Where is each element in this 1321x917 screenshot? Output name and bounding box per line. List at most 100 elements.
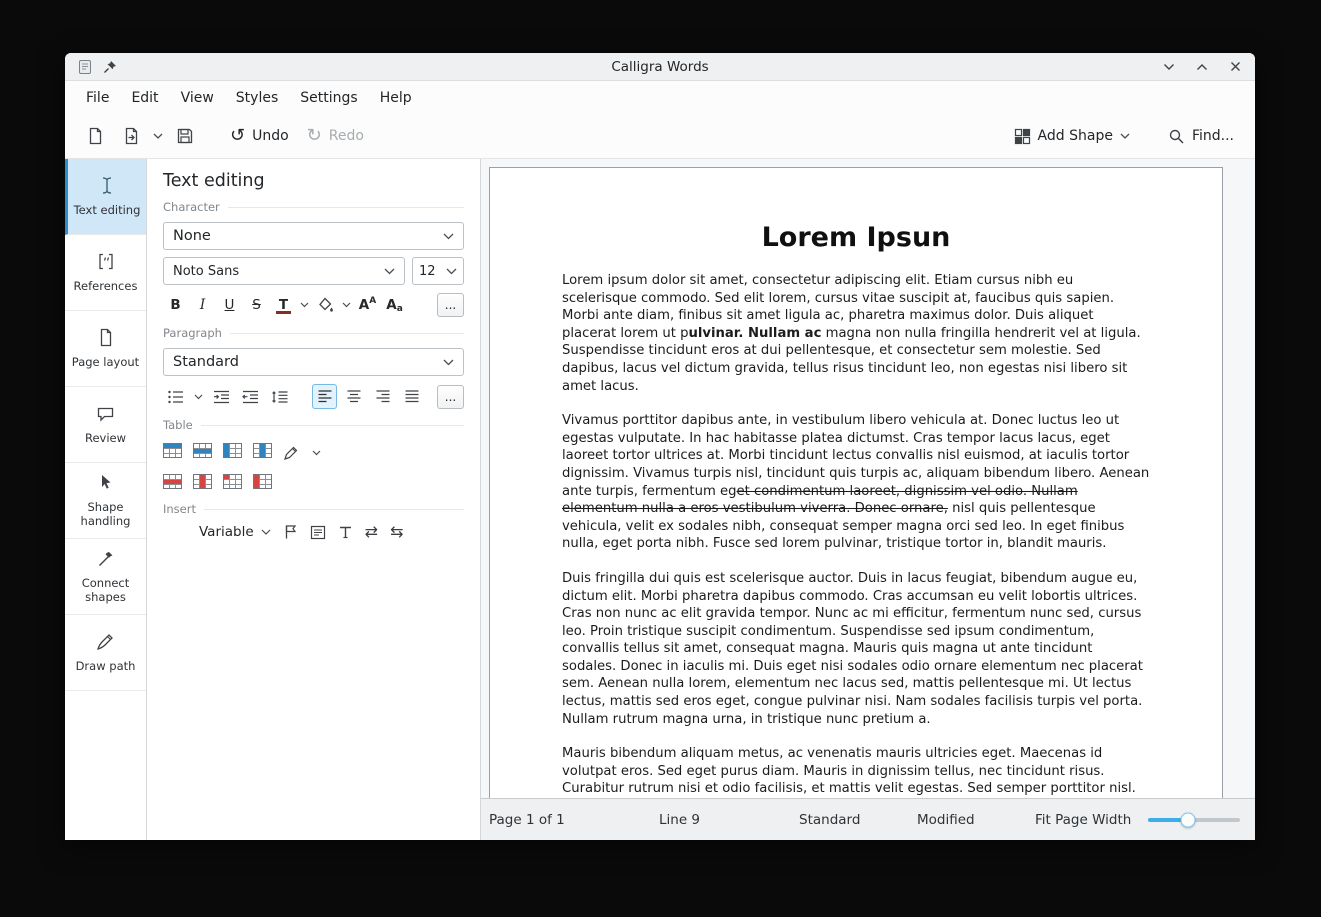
table-border-chevron-icon[interactable] xyxy=(310,440,323,465)
titlebar[interactable]: Calligra Words xyxy=(65,53,1255,81)
document-paragraph[interactable]: Mauris bibendum aliquam metus, ac venena… xyxy=(562,745,1150,798)
align-justify-icon xyxy=(404,389,420,404)
cursor-arrow-icon xyxy=(97,473,115,493)
undo-button[interactable]: ↺ Undo xyxy=(223,123,296,149)
bookmark-button[interactable] xyxy=(283,524,298,540)
list-format-chevron-icon[interactable] xyxy=(192,384,205,409)
insert-column-left-button[interactable] xyxy=(223,443,242,462)
insert-row-below-button[interactable] xyxy=(193,443,212,462)
pencil-icon xyxy=(283,445,299,461)
document-paragraph[interactable]: Lorem ipsum dolor sit amet, consectetur … xyxy=(562,272,1150,395)
variable-chevron-icon xyxy=(261,529,271,535)
exchange-arrows-icon[interactable]: ⇆ xyxy=(390,524,403,540)
superscript-button[interactable]: AA xyxy=(355,292,380,317)
indent-more-button[interactable] xyxy=(209,384,234,409)
open-document-button[interactable] xyxy=(115,123,147,149)
table-border-pen-button[interactable] xyxy=(283,445,299,461)
document-title[interactable]: Lorem Ipsun xyxy=(562,222,1150,253)
delete-column-button[interactable] xyxy=(193,474,212,493)
save-button[interactable] xyxy=(169,123,201,149)
text-run-bold: ulvinar. Nullam ac xyxy=(688,326,821,341)
redo-icon: ↻ xyxy=(307,127,322,145)
sidebar-tab-shape-handling[interactable]: Shape handling xyxy=(65,463,146,539)
zoom-slider-handle[interactable] xyxy=(1181,812,1196,827)
sidebar-tab-draw-path[interactable]: Draw path xyxy=(65,615,146,691)
text-color-button[interactable]: T xyxy=(271,292,296,317)
status-page-info[interactable]: Page 1 of 1 xyxy=(489,812,659,828)
align-left-button[interactable] xyxy=(312,384,337,409)
document-page[interactable]: Lorem Ipsun Lorem ipsum dolor sit amet, … xyxy=(489,167,1223,798)
window-close-icon[interactable] xyxy=(1227,59,1243,75)
delete-row-button[interactable] xyxy=(163,474,182,493)
status-line-info: Line 9 xyxy=(659,812,799,828)
add-shape-button[interactable]: Add Shape xyxy=(1007,124,1137,149)
menu-view[interactable]: View xyxy=(170,84,225,112)
menu-styles[interactable]: Styles xyxy=(225,84,289,112)
zoom-slider[interactable] xyxy=(1148,818,1240,822)
pin-icon[interactable] xyxy=(103,60,117,74)
menu-file[interactable]: File xyxy=(75,84,120,112)
window-shade-icon[interactable] xyxy=(1161,59,1177,75)
document-paragraph[interactable]: Duis fringilla dui quis est scelerisque … xyxy=(562,570,1150,728)
insert-section-label: Insert xyxy=(163,502,464,516)
sidebar-tab-review[interactable]: Review xyxy=(65,387,146,463)
text-editing-panel: Text editing Character None Noto Sans 12… xyxy=(147,159,481,840)
chevron-down-icon xyxy=(443,359,454,366)
text-frame-button[interactable] xyxy=(310,525,326,540)
line-spacing-button[interactable] xyxy=(267,384,292,409)
open-recent-chevron-icon[interactable] xyxy=(151,131,165,141)
italic-button[interactable]: I xyxy=(190,292,215,317)
font-size-combobox[interactable]: 12 xyxy=(412,257,464,285)
document-canvas[interactable]: Lorem Ipsun Lorem ipsum dolor sit amet, … xyxy=(481,159,1255,798)
page-layout-icon xyxy=(97,328,115,348)
align-justify-button[interactable] xyxy=(399,384,424,409)
insert-column-right-button[interactable] xyxy=(253,443,272,462)
sidebar-tab-page-layout[interactable]: Page layout xyxy=(65,311,146,387)
document-paragraph[interactable]: Vivamus porttitor dapibus ante, in vesti… xyxy=(562,412,1150,553)
subscript-button[interactable]: Aa xyxy=(382,292,407,317)
connector-pen-icon xyxy=(97,549,115,569)
text-cursor-icon xyxy=(98,176,116,196)
status-zoom-mode[interactable]: Fit Page Width xyxy=(1035,812,1131,828)
list-icon xyxy=(167,389,184,405)
document-body: Lorem ipsum dolor sit amet, consectetur … xyxy=(562,272,1150,798)
menu-settings[interactable]: Settings xyxy=(289,84,368,112)
menu-edit[interactable]: Edit xyxy=(120,84,169,112)
find-button[interactable]: Find... xyxy=(1161,124,1241,149)
sidebar-tab-references[interactable]: References xyxy=(65,235,146,311)
align-center-button[interactable] xyxy=(341,384,366,409)
line-spacing-icon xyxy=(271,389,288,405)
character-style-combobox[interactable]: None xyxy=(163,222,464,250)
app-icon xyxy=(77,59,93,75)
table-section-label: Table xyxy=(163,418,464,432)
sidebar-tab-connect-shapes[interactable]: Connect shapes xyxy=(65,539,146,615)
paragraph-style-combobox[interactable]: Standard xyxy=(163,348,464,376)
text-color-chevron-icon[interactable] xyxy=(298,292,311,317)
bold-button[interactable]: B xyxy=(163,292,188,317)
status-style-info[interactable]: Standard xyxy=(799,812,917,828)
strikethrough-button[interactable]: S xyxy=(244,292,269,317)
split-cells-button[interactable] xyxy=(253,474,272,493)
indent-less-button[interactable] xyxy=(238,384,263,409)
paint-bucket-icon xyxy=(318,297,334,313)
font-family-combobox[interactable]: Noto Sans xyxy=(163,257,405,285)
draw-pen-icon xyxy=(96,632,115,652)
insert-text-button[interactable] xyxy=(338,525,353,540)
align-right-button[interactable] xyxy=(370,384,395,409)
window-maximize-icon[interactable] xyxy=(1194,59,1210,75)
highlight-color-button[interactable] xyxy=(313,292,338,317)
swap-arrows-icon[interactable]: ⇄ xyxy=(365,524,378,540)
merge-cells-button[interactable] xyxy=(223,474,242,493)
paragraph-more-button[interactable]: ... xyxy=(437,385,464,409)
sidebar-tab-text-editing[interactable]: Text editing xyxy=(65,159,146,235)
references-icon xyxy=(97,252,115,272)
new-document-button[interactable] xyxy=(79,123,111,149)
underline-button[interactable]: U xyxy=(217,292,242,317)
redo-button[interactable]: ↻ Redo xyxy=(300,123,371,149)
insert-row-above-button[interactable] xyxy=(163,443,182,462)
variable-button[interactable]: Variable xyxy=(199,524,271,540)
menu-help[interactable]: Help xyxy=(369,84,423,112)
character-more-button[interactable]: ... xyxy=(437,293,464,317)
highlight-color-chevron-icon[interactable] xyxy=(340,292,353,317)
list-format-button[interactable] xyxy=(163,384,188,409)
